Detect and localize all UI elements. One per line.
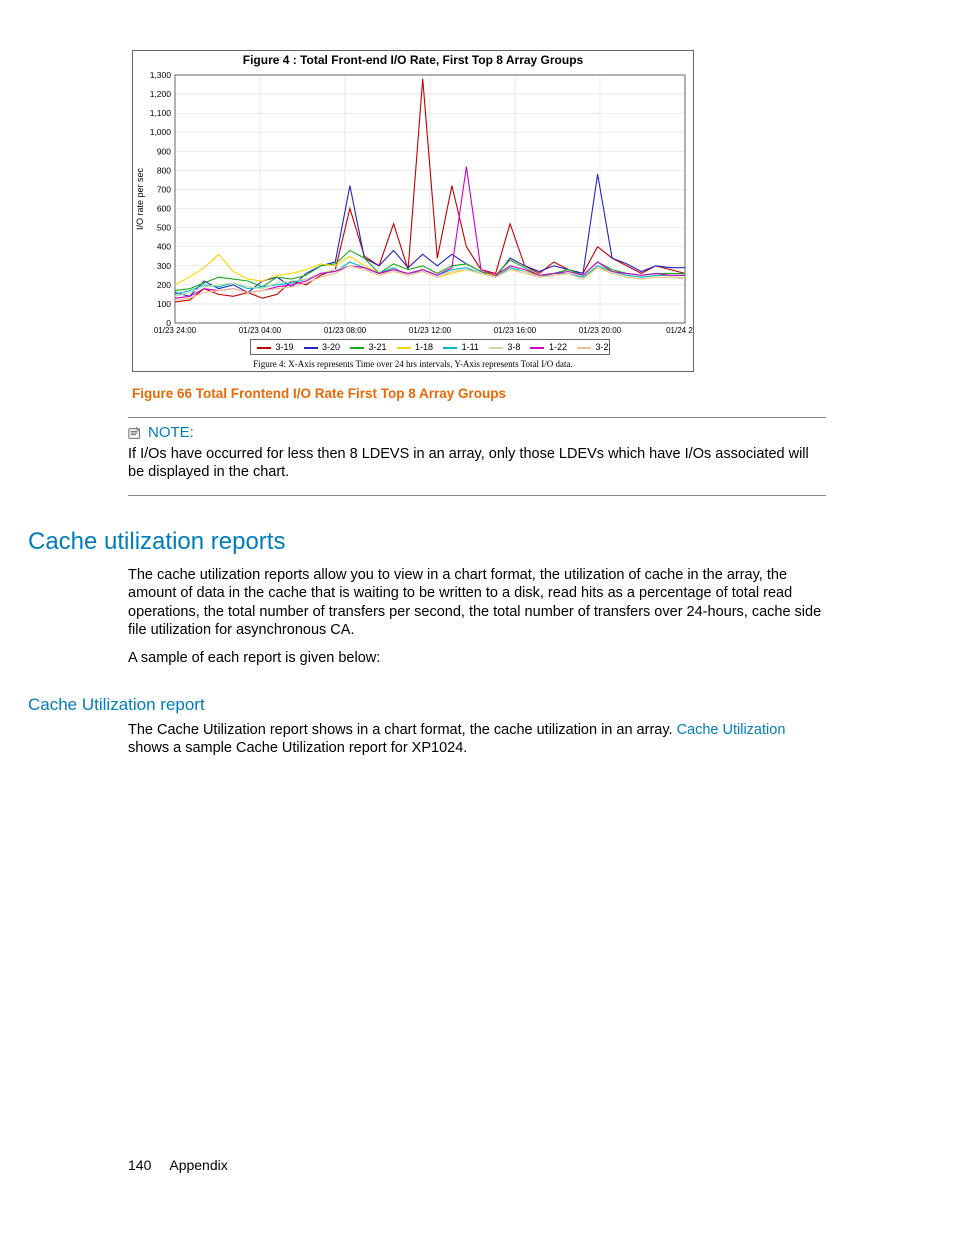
svg-text:1,100: 1,100 xyxy=(150,108,172,118)
link-cache-utilization[interactable]: Cache Utilization xyxy=(677,722,786,738)
section-heading-cache-utilization-reports: Cache utilization reports xyxy=(28,528,826,556)
paragraph: A sample of each report is given below: xyxy=(128,649,826,667)
svg-text:01/23 08:00: 01/23 08:00 xyxy=(324,326,367,335)
text: The Cache Utilization report shows in a … xyxy=(128,722,677,738)
chart-title: Figure 4 : Total Front-end I/O Rate, Fir… xyxy=(133,51,693,69)
note-body: If I/Os have occurred for less then 8 LD… xyxy=(128,445,826,481)
paragraph: The Cache Utilization report shows in a … xyxy=(128,721,826,757)
svg-text:800: 800 xyxy=(157,165,171,175)
chart-footnote: Figure 4: X-Axis represents Time over 24… xyxy=(133,357,693,371)
chart-figure: Figure 4 : Total Front-end I/O Rate, Fir… xyxy=(132,50,694,372)
svg-text:200: 200 xyxy=(157,280,171,290)
text: shows a sample Cache Utilization report … xyxy=(128,740,467,756)
svg-text:900: 900 xyxy=(157,146,171,156)
svg-text:01/23 12:00: 01/23 12:00 xyxy=(409,326,452,335)
note-label: NOTE: xyxy=(148,424,194,441)
figure-caption: Figure 66 Total Frontend I/O Rate First … xyxy=(132,386,826,401)
note-icon xyxy=(128,426,142,440)
svg-text:600: 600 xyxy=(157,204,171,214)
svg-text:400: 400 xyxy=(157,242,171,252)
svg-text:1,000: 1,000 xyxy=(150,127,172,137)
note-block: NOTE: If I/Os have occurred for less the… xyxy=(128,417,826,496)
svg-text:1,300: 1,300 xyxy=(150,70,172,80)
section-heading-cache-utilization-report: Cache Utilization report xyxy=(28,695,826,715)
paragraph: The cache utilization reports allow you … xyxy=(128,566,826,639)
chart-plot-area: 01002003004005006007008009001,0001,1001,… xyxy=(133,69,693,357)
note-heading: NOTE: xyxy=(128,424,826,441)
svg-text:100: 100 xyxy=(157,299,171,309)
svg-text:01/23 20:00: 01/23 20:00 xyxy=(579,326,622,335)
svg-text:300: 300 xyxy=(157,261,171,271)
footer-section: Appendix xyxy=(169,1157,227,1173)
page-number: 140 xyxy=(128,1157,151,1173)
page-footer: 140 Appendix xyxy=(128,1157,228,1173)
svg-text:700: 700 xyxy=(157,184,171,194)
svg-text:01/23 04:00: 01/23 04:00 xyxy=(239,326,282,335)
svg-text:01/24 24:0: 01/24 24:0 xyxy=(666,326,693,335)
svg-text:01/23 16:00: 01/23 16:00 xyxy=(494,326,537,335)
svg-text:500: 500 xyxy=(157,223,171,233)
svg-text:I/O rate per sec: I/O rate per sec xyxy=(135,167,145,230)
svg-text:01/23 24:00: 01/23 24:00 xyxy=(154,326,197,335)
svg-text:1,200: 1,200 xyxy=(150,89,172,99)
